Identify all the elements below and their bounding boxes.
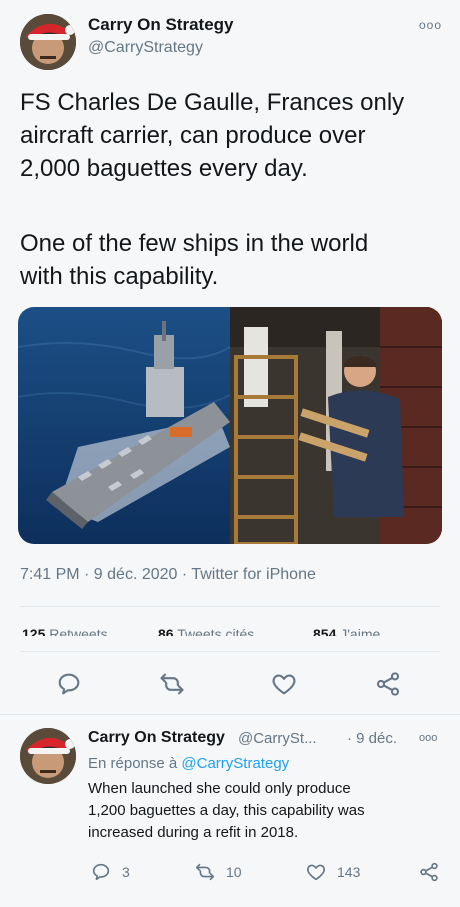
- main-tweet: Carry On Strategy @CarryStrategy ooo FS …: [0, 0, 460, 715]
- quotes-stat[interactable]: 86 Tweets cités: [158, 626, 254, 636]
- retweet-count: 10: [226, 864, 242, 880]
- like-action[interactable]: 143: [305, 860, 360, 884]
- reply-text-line: increased during a refit in 2018.: [88, 824, 299, 841]
- likes-label: J'aime: [340, 626, 381, 636]
- reply-avatar[interactable]: [20, 728, 76, 784]
- quotes-count: 86: [158, 626, 174, 636]
- reply-icon[interactable]: [55, 670, 83, 698]
- tweet-media[interactable]: [18, 307, 442, 544]
- tweet-timestamp: 7:41 PM · 9 déc. 2020 · Twitter for iPho…: [20, 566, 316, 583]
- avatar[interactable]: [20, 14, 76, 70]
- replying-to-handle[interactable]: @CarryStrategy: [181, 755, 289, 772]
- reply-icon: [92, 863, 110, 881]
- tweet-text-line: with this capability.: [20, 263, 219, 290]
- share-icon: [420, 862, 438, 882]
- retweet-icon[interactable]: [158, 670, 186, 698]
- tweet-text-paragraph-2: One of the few ships in the world with t…: [20, 227, 440, 293]
- likes-count: 854: [313, 626, 337, 636]
- tweet-text-line: 2,000 baguettes every day.: [20, 155, 308, 182]
- reply-author-handle[interactable]: @CarrySt...: [238, 730, 317, 747]
- retweet-icon: [195, 863, 215, 881]
- tweet-text-line: FS Charles De Gaulle, Frances only: [20, 89, 405, 116]
- likes-stat[interactable]: 854 J'aime: [313, 626, 380, 636]
- aircraft-carrier-image[interactable]: [18, 307, 230, 544]
- tweet-actions: [0, 670, 460, 702]
- retweets-label: Retweets: [49, 626, 108, 636]
- reply-text-line: When launched she could only produce: [88, 780, 351, 797]
- tweet-text-line: One of the few ships in the world: [20, 230, 369, 257]
- reply-tweet[interactable]: Carry On Strategy @CarrySt... · 9 déc. o…: [0, 715, 460, 907]
- more-options-icon[interactable]: ooo: [419, 732, 437, 744]
- heart-icon: [307, 864, 325, 881]
- reply-action[interactable]: 3: [90, 860, 130, 884]
- reply-text-line: 1,200 baguettes a day, this capability w…: [88, 802, 365, 819]
- baker-image[interactable]: [230, 307, 442, 544]
- reply-date: · 9 déc.: [347, 730, 398, 747]
- share-action[interactable]: [418, 860, 440, 884]
- reply-count: 3: [122, 864, 130, 880]
- quotes-label: Tweets cités: [177, 626, 255, 636]
- retweet-action[interactable]: 10: [194, 860, 242, 884]
- more-options-icon[interactable]: ooo: [419, 18, 442, 32]
- reply-text: When launched she could only produce 1,2…: [88, 778, 428, 844]
- avatar-image: [20, 14, 76, 70]
- share-icon[interactable]: [374, 670, 402, 698]
- retweets-stat[interactable]: 125 Retweets: [22, 626, 108, 636]
- divider: [20, 606, 440, 607]
- tweet-text: FS Charles De Gaulle, Frances only aircr…: [20, 86, 440, 185]
- retweets-count: 125: [22, 626, 46, 636]
- author-handle[interactable]: @CarryStrategy: [88, 39, 203, 57]
- reply-author-name[interactable]: Carry On Strategy: [88, 729, 225, 747]
- heart-icon[interactable]: [270, 670, 298, 698]
- tweet-stats: 125 Retweets 86 Tweets cités 854 J'aime: [20, 626, 440, 636]
- divider: [20, 651, 440, 652]
- avatar-image: [20, 728, 76, 784]
- tweet-text-line: aircraft carrier, can produce over: [20, 122, 366, 149]
- author-name[interactable]: Carry On Strategy: [88, 15, 234, 35]
- replying-to-prefix: En réponse à: [88, 755, 178, 772]
- like-count: 143: [337, 864, 361, 880]
- replying-to: En réponse à @CarryStrategy: [88, 755, 289, 772]
